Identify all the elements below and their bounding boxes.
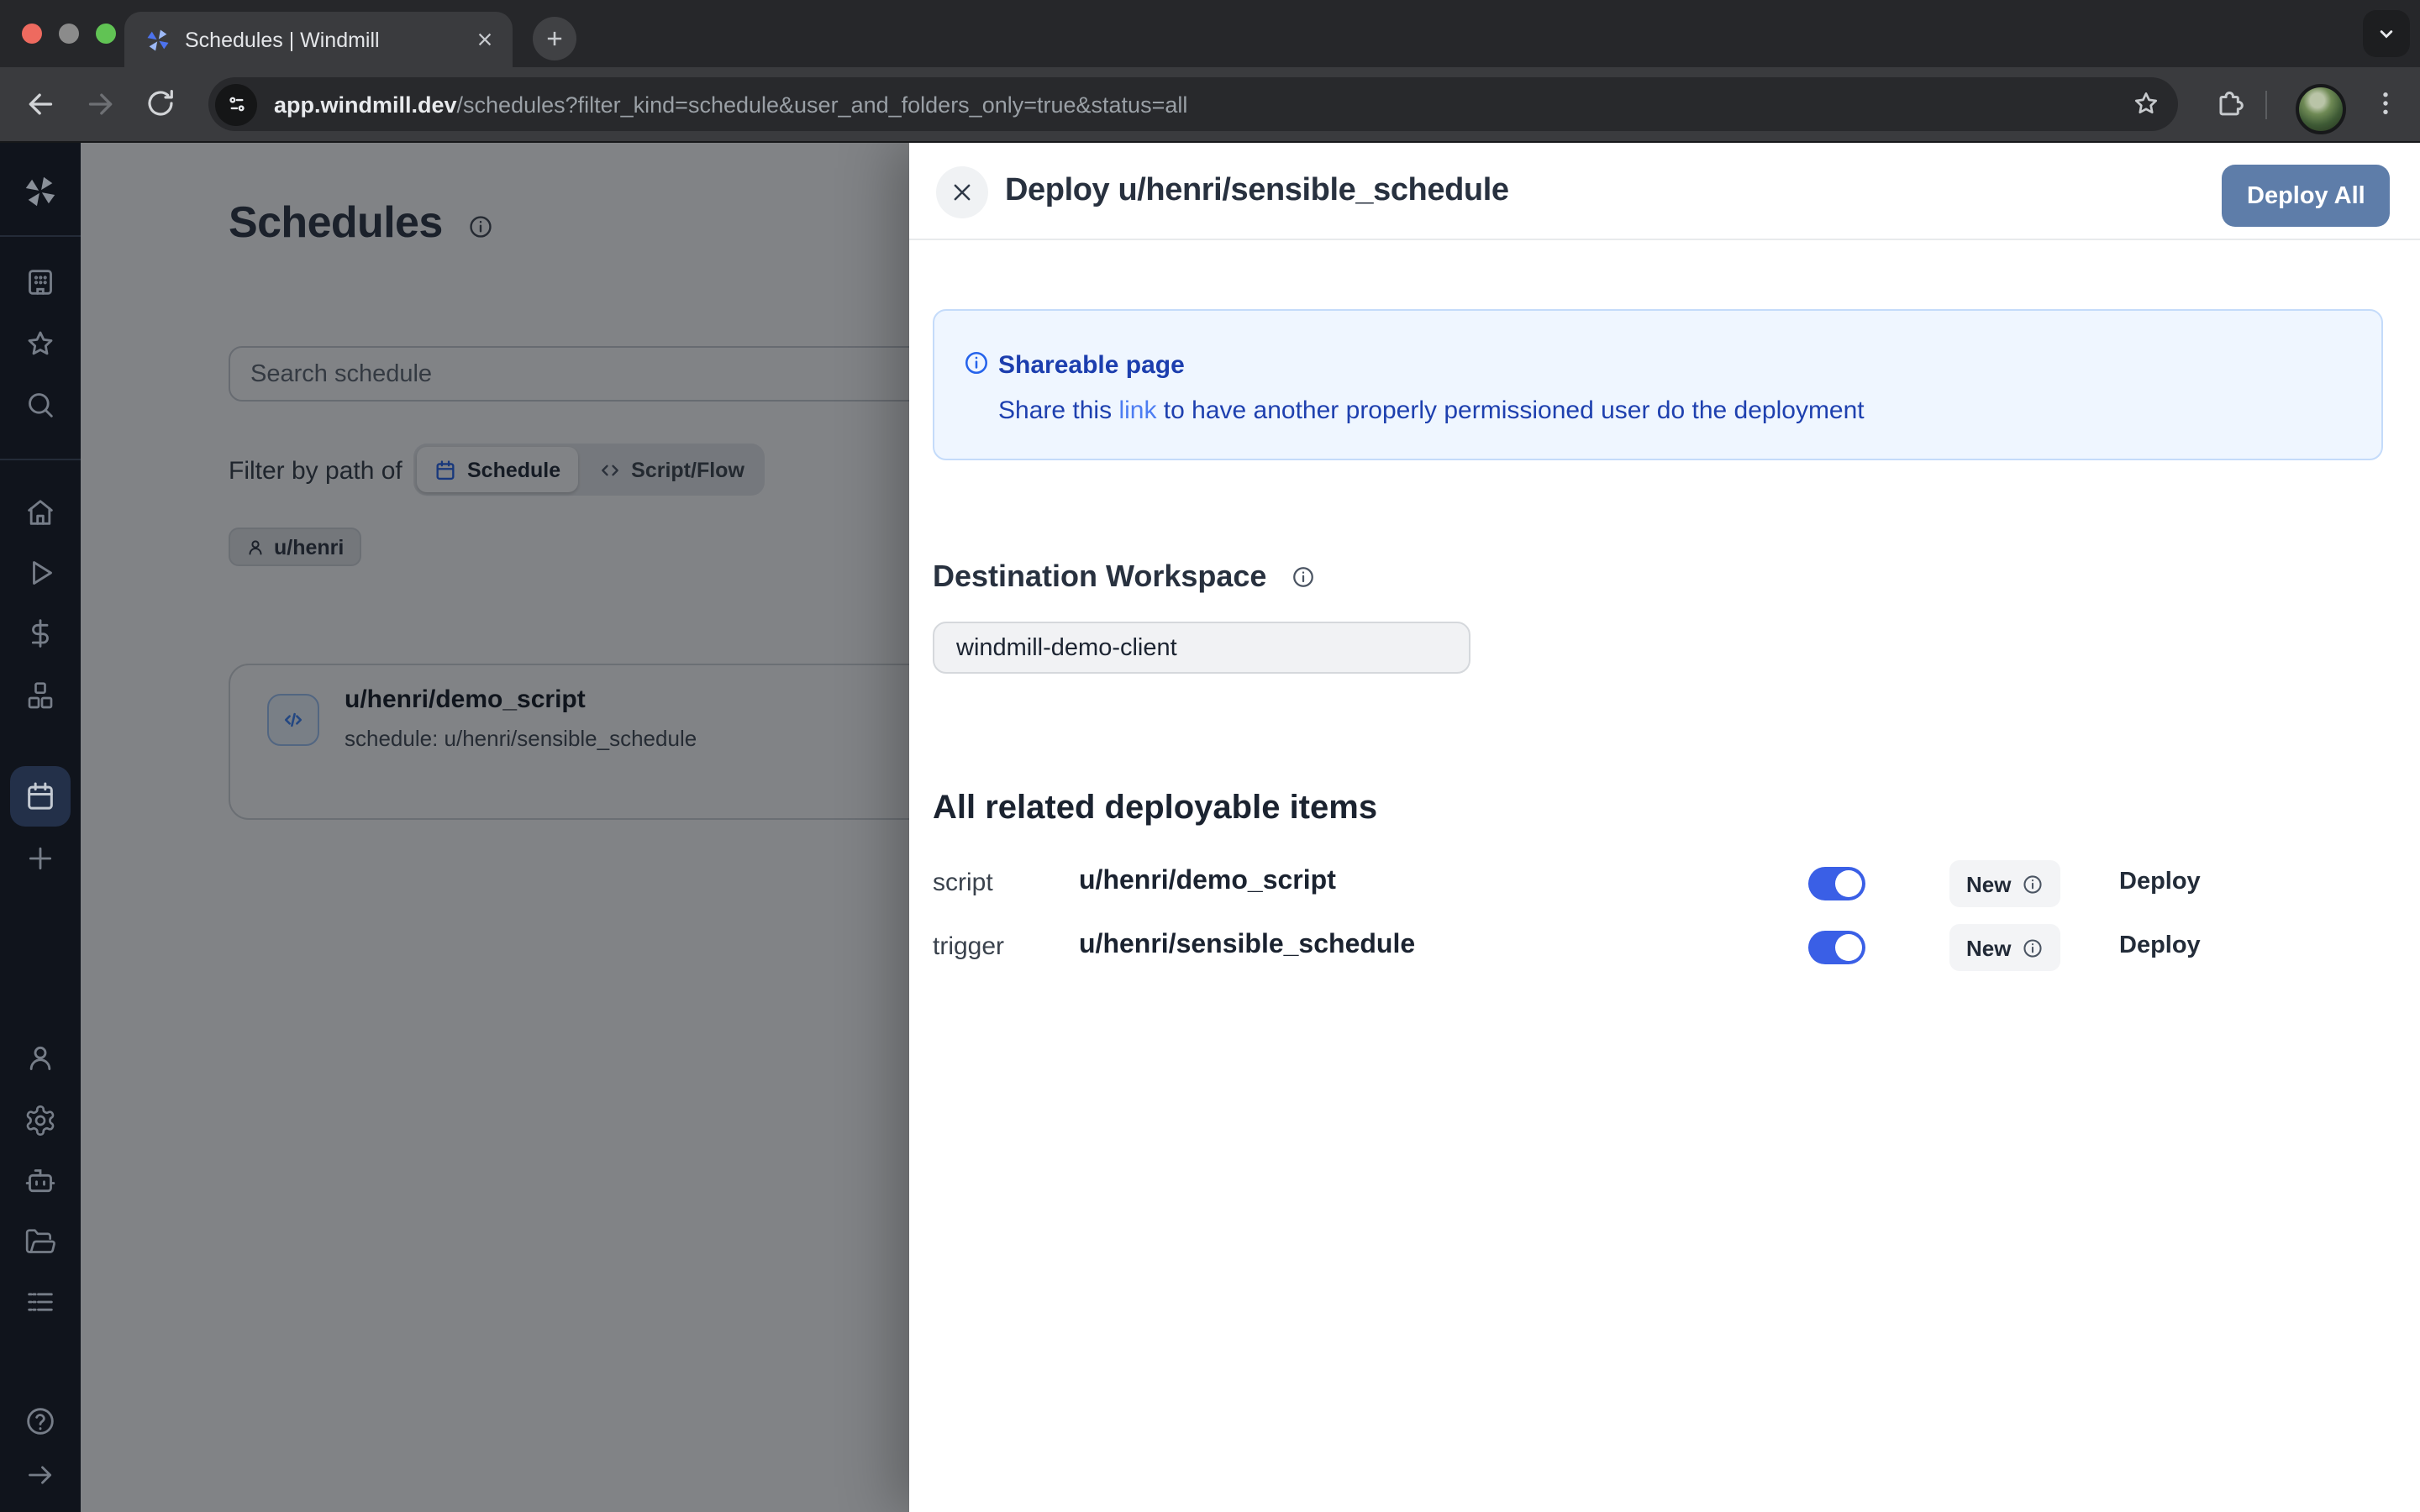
sidebar-divider [0,459,81,460]
infobox-body: Share this link to have another properly… [998,396,1865,425]
sidebar-item-resources-boxes-icon[interactable] [24,679,57,712]
destination-workspace-input[interactable] [933,622,1470,674]
sidebar-item-schedules-active[interactable] [10,766,71,827]
item-deploy-button[interactable]: Deploy [2119,869,2201,895]
sidebar-item-help-icon[interactable] [24,1404,57,1438]
app-sidebar [0,143,81,1512]
drawer-close-button[interactable] [936,166,988,218]
drawer-title: Deploy u/henri/sensible_schedule [1005,173,1509,210]
extensions-icon[interactable] [2213,87,2247,121]
status-info-icon[interactable] [2021,937,2043,958]
infobox-link[interactable]: link [1118,396,1156,425]
browser-tab-strip: Schedules | Windmill [0,0,2420,67]
item-path: u/henri/sensible_schedule [1079,931,1415,961]
status-info-icon[interactable] [2021,873,2043,895]
browser-menu-kebab-icon[interactable] [2370,87,2402,119]
app-body: Schedules Filter by path of Schedule Scr… [0,143,2420,1512]
destination-info-icon[interactable] [1291,564,1316,590]
url-path: /schedules?filter_kind=schedule&user_and… [457,92,1188,117]
url-text: app.windmill.dev/schedules?filter_kind=s… [274,92,2131,117]
sidebar-item-search-icon[interactable] [24,388,57,422]
deployable-item-row: trigger u/henri/sensible_schedule New De… [933,919,2383,976]
forward-button[interactable] [84,87,118,121]
browser-tab[interactable]: Schedules | Windmill [124,12,513,67]
destination-workspace-label: Destination Workspace [933,559,1266,595]
item-enabled-toggle[interactable] [1808,867,1865,900]
bookmark-star-icon[interactable] [2131,89,2161,119]
sidebar-item-home-icon[interactable] [24,496,57,529]
sidebar-item-favorites-star-icon[interactable] [24,328,57,361]
sidebar-expand-arrow-icon[interactable] [24,1458,57,1492]
item-status-text: New [1966,871,2011,896]
back-button[interactable] [24,87,57,121]
infobox-title: Shareable page [998,351,1185,380]
tab-close-icon[interactable] [471,26,497,53]
new-tab-button[interactable] [533,17,576,60]
item-path: u/henri/demo_script [1079,867,1336,897]
sidebar-divider [0,235,81,237]
tab-search-chevron-button[interactable] [2363,10,2410,57]
site-settings-icon[interactable] [215,83,257,125]
infobox-body-suffix: to have another properly permissioned us… [1156,396,1864,425]
deployable-items-heading: All related deployable items [933,790,1377,828]
infobox-body-prefix: Share this [998,396,1118,425]
sidebar-item-logs-list-icon[interactable] [24,1285,57,1319]
sidebar-item-users-icon[interactable] [24,1042,57,1075]
traffic-light-close[interactable] [22,24,42,44]
sidebar-item-plus-icon[interactable] [24,842,57,875]
reload-button[interactable] [145,87,178,121]
windmill-logo[interactable] [22,173,59,210]
shareable-page-infobox: Shareable page Share this link to have a… [933,309,2383,460]
profile-avatar[interactable] [2296,84,2346,134]
item-status-text: New [1966,935,2011,960]
deploy-drawer: Deploy u/henri/sensible_schedule Deploy … [909,143,2420,1512]
traffic-light-zoom[interactable] [96,24,116,44]
url-bar[interactable]: app.windmill.dev/schedules?filter_kind=s… [208,77,2178,131]
item-status-badge: New [1949,860,2060,907]
item-status-badge: New [1949,924,2060,971]
sidebar-item-variables-dollar-icon[interactable] [24,617,57,650]
sidebar-item-settings-gear-icon[interactable] [24,1104,57,1137]
deploy-all-button[interactable]: Deploy All [2222,165,2391,227]
info-icon [963,349,990,376]
sidebar-item-workers-bot-icon[interactable] [24,1164,57,1198]
sidebar-item-folders-icon[interactable] [24,1225,57,1258]
windmill-favicon [145,26,171,53]
drawer-header-divider [909,239,2420,240]
url-domain: app.windmill.dev [274,92,457,117]
sidebar-item-runs-play-icon[interactable] [24,556,57,590]
item-kind: script [933,869,993,897]
deployable-item-row: script u/henri/demo_script New Deploy [933,855,2383,912]
item-enabled-toggle[interactable] [1808,931,1865,964]
tab-title: Schedules | Windmill [185,28,457,51]
item-deploy-button[interactable]: Deploy [2119,932,2201,959]
traffic-light-minimize[interactable] [59,24,79,44]
item-kind: trigger [933,932,1004,961]
toolbar-divider [2265,91,2267,119]
sidebar-item-workspace[interactable] [24,265,57,299]
screen: Schedules | Windmill app.windmill.dev/sc… [0,0,2420,1512]
